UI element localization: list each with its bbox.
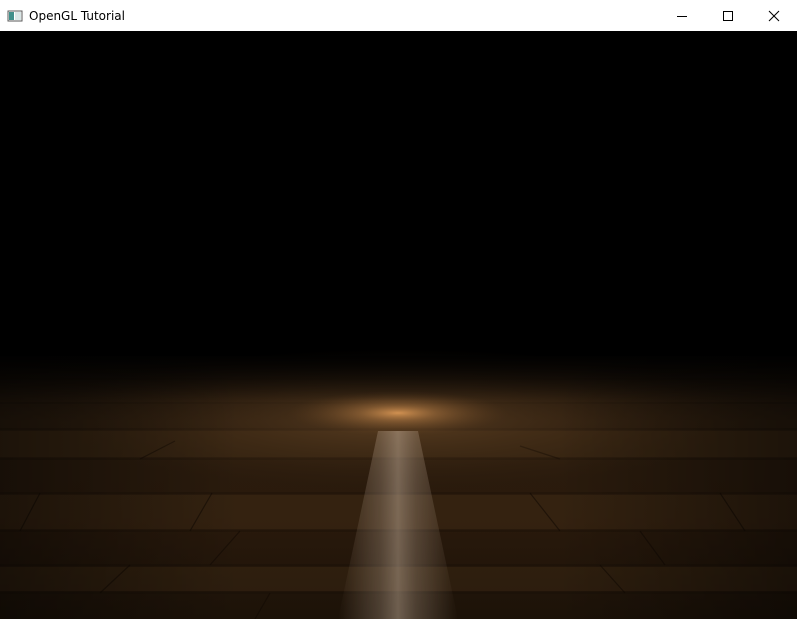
wood-floor	[0, 349, 797, 619]
background-void	[0, 31, 797, 356]
minimize-button[interactable]	[659, 0, 705, 31]
opengl-viewport[interactable]	[0, 31, 797, 619]
maximize-button[interactable]	[705, 0, 751, 31]
maximize-icon	[722, 10, 734, 22]
wood-floor-spotlight-render	[0, 31, 797, 619]
minimize-icon	[676, 10, 688, 22]
window-app-icon[interactable]	[7, 8, 23, 24]
window-controls	[659, 0, 797, 31]
close-icon	[768, 10, 780, 22]
app-window: OpenGL Tutorial	[0, 0, 797, 619]
close-button[interactable]	[751, 0, 797, 31]
window-title: OpenGL Tutorial	[29, 8, 125, 23]
title-bar[interactable]: OpenGL Tutorial	[0, 0, 797, 31]
